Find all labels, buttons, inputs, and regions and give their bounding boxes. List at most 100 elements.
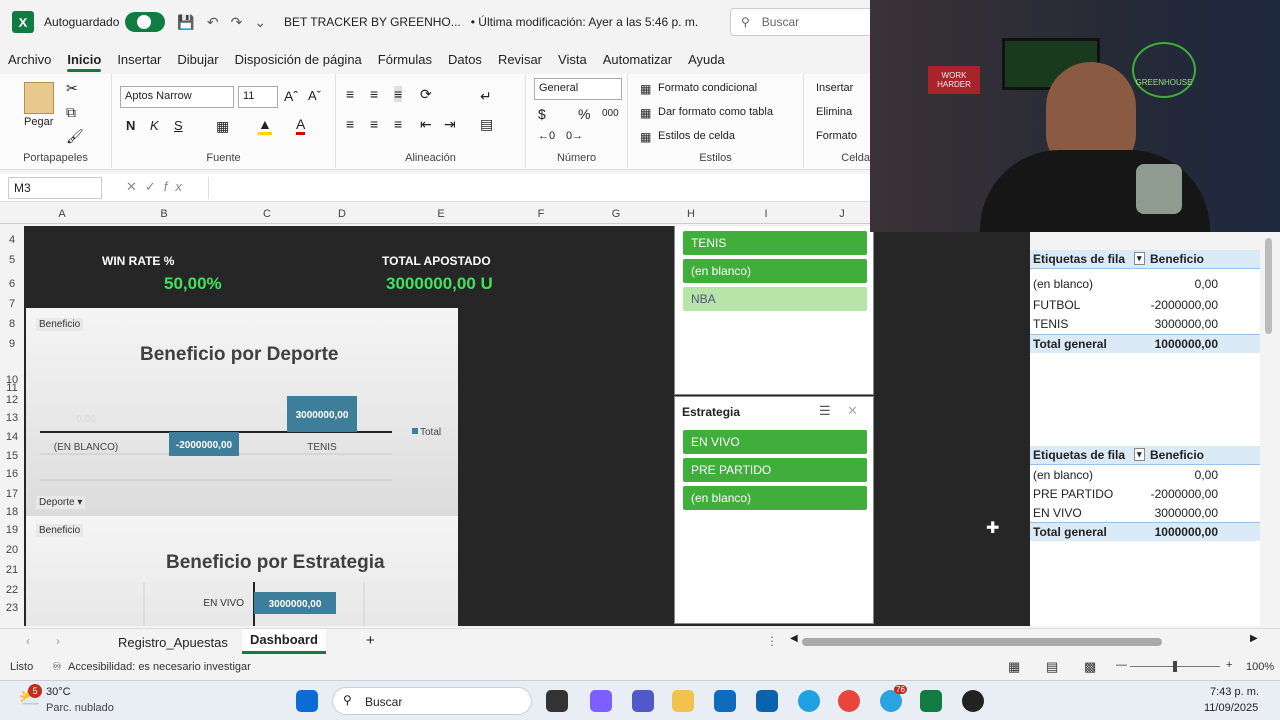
add-sheet-button[interactable]: + (366, 632, 375, 649)
row-header[interactable]: 22 (0, 584, 24, 596)
tab-datos[interactable]: Datos (448, 52, 482, 67)
row-header[interactable]: 23 (0, 602, 24, 614)
taskbar-search[interactable]: ⚲ Buscar (332, 687, 532, 715)
borders-icon[interactable]: ▦ (216, 118, 229, 135)
tab-insertar[interactable]: Insertar (117, 52, 161, 67)
pivot-row[interactable]: FUTBOL -2000000,00 (1030, 296, 1260, 315)
align-bottom-icon[interactable]: ≡ (394, 86, 403, 102)
column-header[interactable]: F (504, 208, 578, 220)
row-header[interactable]: 21 (0, 564, 24, 576)
formula-input[interactable] (208, 177, 868, 199)
column-header[interactable]: J (804, 208, 880, 220)
tab-automatizar[interactable]: Automatizar (603, 52, 672, 67)
tab-inicio[interactable]: Inicio (67, 52, 101, 72)
row-header[interactable]: 14 (0, 431, 24, 443)
column-header[interactable]: C (228, 208, 306, 220)
align-right-icon[interactable]: ≡ (394, 116, 402, 132)
row-header[interactable]: 13 (0, 412, 24, 424)
row-header[interactable]: 16 (0, 468, 24, 480)
row-header[interactable]: 5 (0, 254, 24, 266)
pivot2-header[interactable]: Etiquetas de fila ▾ Beneficio (1030, 446, 1260, 465)
column-header[interactable]: A (24, 208, 100, 220)
redo-icon[interactable]: ↷ (231, 14, 243, 31)
more-options-icon[interactable]: ⋮ (766, 634, 778, 648)
font-size-combo[interactable]: 11 (238, 86, 278, 108)
page-layout-icon[interactable]: ▤ (1046, 659, 1058, 675)
row-header[interactable]: 20 (0, 544, 24, 556)
multiselect-icon[interactable]: ☰ (819, 403, 831, 419)
row-header[interactable]: 9 (0, 338, 24, 350)
column-header[interactable]: D (306, 208, 378, 220)
slicer-item[interactable]: (en blanco) (683, 259, 867, 283)
file-explorer-icon[interactable] (672, 690, 694, 712)
scrollbar-thumb[interactable] (802, 638, 1162, 646)
currency-icon[interactable]: $ (538, 106, 546, 122)
page-break-icon[interactable]: ▩ (1084, 659, 1096, 675)
chart-beneficio-deporte[interactable]: Beneficio Beneficio por Deporte 0,00 (EN … (26, 308, 458, 516)
pivot-row[interactable]: PRE PARTIDO -2000000,00 (1030, 485, 1260, 504)
fx-icon[interactable]: fx (164, 179, 190, 194)
conditional-format-button[interactable]: Formato condicional (658, 82, 757, 94)
slicer-item[interactable]: PRE PARTIDO (683, 458, 867, 482)
fill-color-icon[interactable]: ▲ (258, 116, 272, 135)
underline-button[interactable]: S (174, 118, 183, 133)
align-left-icon[interactable]: ≡ (346, 116, 354, 132)
chrome-icon[interactable] (838, 690, 860, 712)
zoom-out-icon[interactable]: — (1116, 659, 1127, 671)
filter-dropdown-icon[interactable]: ▾ (1134, 448, 1145, 461)
delete-cells-button[interactable]: Elimina (816, 106, 852, 118)
row-header[interactable]: 8 (0, 318, 24, 330)
column-header[interactable]: I (728, 208, 804, 220)
normal-view-icon[interactable]: ▦ (1008, 659, 1020, 675)
pivot-row[interactable]: (en blanco) 0,00 (1030, 275, 1260, 294)
slicer-item[interactable]: TENIS (683, 231, 867, 255)
pivot-row[interactable]: EN VIVO 3000000,00 (1030, 504, 1260, 523)
zoom-in-icon[interactable]: + (1226, 659, 1232, 671)
row-header[interactable]: 11 (0, 382, 24, 394)
row-header[interactable]: 17 (0, 488, 24, 500)
name-box[interactable]: M3 (8, 177, 102, 199)
percent-icon[interactable]: % (578, 106, 590, 122)
teams-icon[interactable] (632, 690, 654, 712)
row-header[interactable]: 4 (0, 234, 24, 246)
italic-button[interactable]: K (150, 118, 159, 133)
scroll-left-icon[interactable]: ◀ (790, 633, 798, 644)
increase-indent-icon[interactable]: ⇥ (444, 116, 456, 133)
paste-button[interactable]: Pegar (24, 116, 53, 128)
align-middle-icon[interactable]: ≡ (370, 86, 378, 102)
customize-toolbar-icon[interactable]: ⌄ (254, 14, 266, 31)
decrease-indent-icon[interactable]: ⇤ (420, 116, 432, 133)
insert-cells-button[interactable]: Insertar (816, 82, 853, 94)
sheet-tab-registro[interactable]: Registro_Apuestas (118, 635, 228, 650)
formula-icons[interactable]: ✕✓fx (126, 179, 190, 195)
outlook-icon[interactable] (756, 690, 778, 712)
document-title[interactable]: BET TRACKER BY GREENHO... (284, 15, 461, 29)
cell-styles-icon[interactable]: ▦ (640, 130, 651, 144)
edge-icon[interactable] (798, 690, 820, 712)
align-top-icon[interactable]: ≡ (346, 86, 354, 102)
prev-sheet-icon[interactable]: ‹ (26, 634, 30, 648)
pivot2-total[interactable]: Total general 1000000,00 (1030, 522, 1260, 541)
windows-start-icon[interactable] (296, 690, 318, 712)
vertical-scrollbar[interactable] (1262, 234, 1274, 626)
weather-desc[interactable]: Parc. nublado (46, 702, 114, 714)
accessibility-status[interactable]: Accesibilidad: es necesario investigar (68, 661, 251, 673)
row-header[interactable]: 18 (0, 506, 24, 518)
tab-archivo[interactable]: Archivo (8, 52, 51, 67)
weather-temp[interactable]: 30°C (46, 686, 71, 698)
horizontal-scrollbar[interactable]: ◀ ▶ (790, 633, 1260, 647)
format-cells-button[interactable]: Formato (816, 130, 857, 142)
pivot-row[interactable]: (en blanco) 0,00 (1030, 466, 1260, 485)
tab-formulas[interactable]: Fórmulas (378, 52, 432, 67)
decrease-font-icon[interactable]: Aˇ (308, 88, 321, 103)
table-format-icon[interactable]: ▦ (640, 106, 651, 120)
filter-dropdown-icon[interactable]: ▾ (1134, 252, 1145, 265)
decrease-decimal-icon[interactable]: 0→ (566, 130, 583, 142)
cut-icon[interactable]: ✂ (66, 80, 78, 97)
font-name-combo[interactable]: Aptos Narrow (120, 86, 234, 108)
search-input[interactable]: ⚲ Buscar (730, 8, 880, 36)
scrollbar-thumb[interactable] (1265, 238, 1272, 334)
column-header[interactable]: H (654, 208, 728, 220)
row-header[interactable]: 15 (0, 450, 24, 462)
column-header[interactable]: E (378, 208, 504, 220)
